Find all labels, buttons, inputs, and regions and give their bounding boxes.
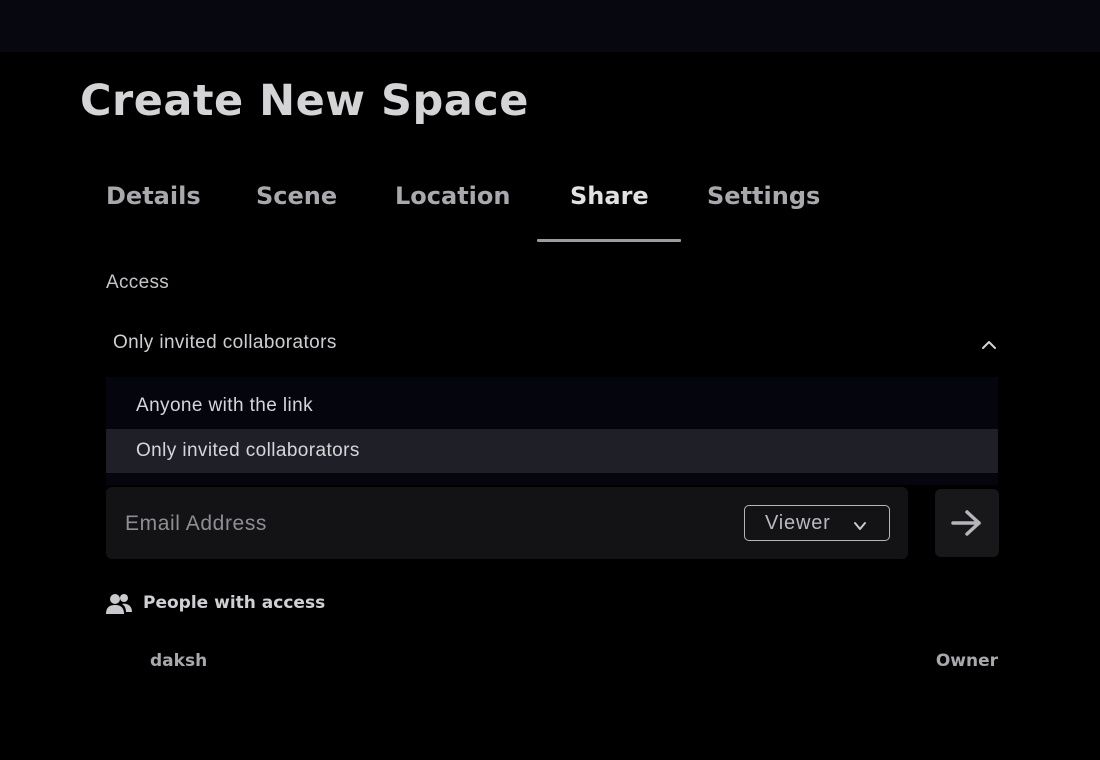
tab-details[interactable]: Details [106, 182, 201, 242]
active-tab-indicator [537, 239, 681, 242]
tab-settings[interactable]: Settings [707, 182, 820, 242]
tab-location[interactable]: Location [395, 182, 510, 242]
access-dropdown-menu: Anyone with the link Only invited collab… [106, 377, 998, 485]
access-label: Access [106, 272, 170, 293]
send-invite-button[interactable] [935, 489, 999, 557]
role-select[interactable]: Viewer [744, 505, 890, 541]
arrow-right-icon [951, 510, 981, 536]
person-name: daksh [150, 651, 208, 671]
option-only-invited[interactable]: Only invited collaborators [106, 429, 998, 473]
email-input[interactable] [125, 509, 725, 539]
person-role: Owner [935, 651, 998, 671]
role-select-label: Viewer [765, 512, 831, 534]
people-icon [106, 594, 132, 614]
option-anyone-with-link[interactable]: Anyone with the link [106, 384, 998, 428]
access-select[interactable]: Only invited collaborators [106, 322, 998, 364]
invite-field-container: Viewer [106, 487, 908, 559]
top-bar [0, 0, 1100, 52]
tab-scene[interactable]: Scene [256, 182, 337, 242]
access-selected-value: Only invited collaborators [113, 332, 337, 353]
page-title: Create New Space [80, 76, 529, 126]
tab-share[interactable]: Share [570, 182, 649, 242]
people-with-access-title: People with access [143, 593, 326, 613]
chevron-up-icon [982, 341, 996, 349]
chevron-down-icon [854, 522, 866, 530]
